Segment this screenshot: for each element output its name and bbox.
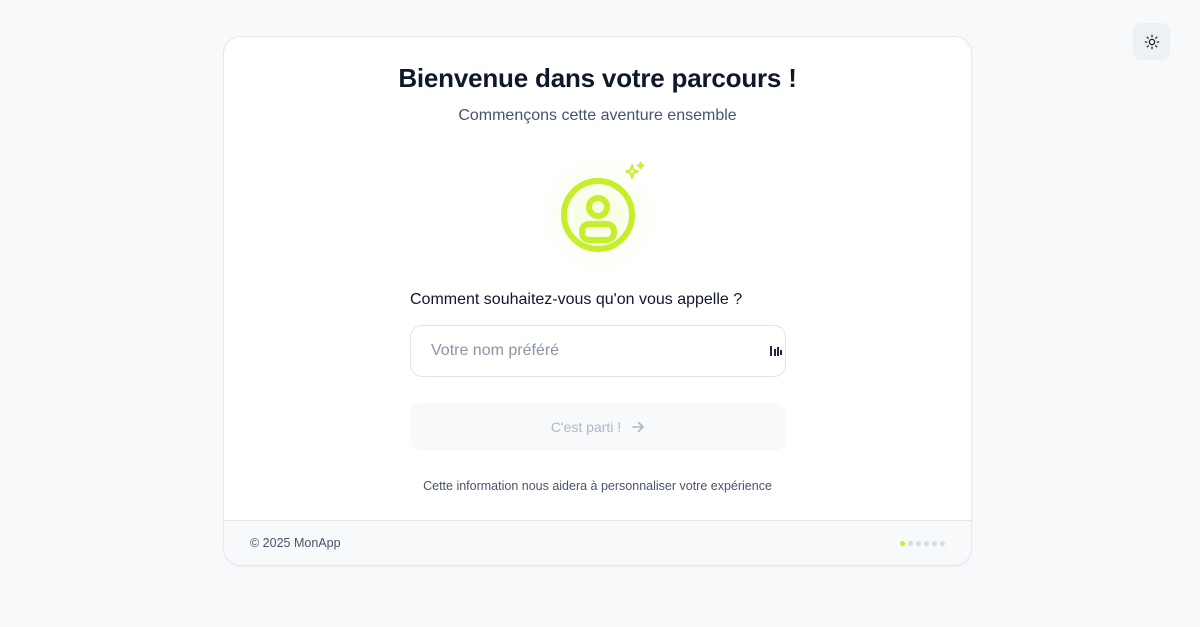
user-circle-icon: [561, 178, 635, 252]
password-manager-icon: [770, 346, 782, 356]
sparkles-icon: [625, 161, 645, 179]
submit-button-label: C'est parti !: [550, 419, 622, 435]
avatar: [538, 155, 658, 275]
card-footer: © 2025 MonApp: [224, 520, 971, 565]
page-title: Bienvenue dans votre parcours !: [398, 63, 797, 93]
progress-dot: [924, 540, 929, 546]
name-input[interactable]: [410, 325, 786, 377]
submit-button[interactable]: C'est parti !: [410, 403, 786, 451]
copyright-text: © 2025 MonApp: [250, 536, 341, 550]
progress-dot: [932, 540, 937, 546]
theme-toggle-button[interactable]: [1133, 23, 1170, 60]
page-subtitle: Commençons cette aventure ensemble: [458, 107, 737, 124]
hint-text: Cette information nous aidera à personna…: [423, 479, 772, 493]
progress-dots: [900, 540, 945, 546]
arrow-right-icon: [632, 421, 644, 433]
card-body: Bienvenue dans votre parcours ! Commenço…: [224, 37, 971, 521]
progress-dot: [908, 540, 913, 546]
onboarding-card: Bienvenue dans votre parcours ! Commenço…: [223, 36, 972, 566]
progress-dot: [916, 540, 921, 546]
progress-dot: [900, 540, 905, 546]
sun-icon: [1144, 34, 1159, 49]
progress-dot: [940, 540, 945, 546]
name-question-label: Comment souhaitez-vous qu'on vous appell…: [410, 291, 743, 308]
page: Bienvenue dans votre parcours ! Commenço…: [0, 0, 1200, 627]
